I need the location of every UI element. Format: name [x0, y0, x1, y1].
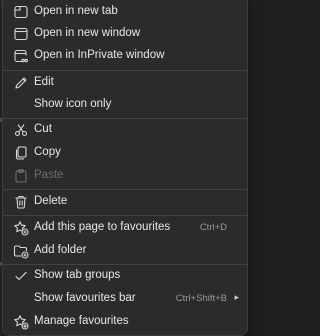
favourites-context-menu: Open in new tab Open in new window Open …: [2, 0, 248, 336]
menu-item-label: Open in new tab: [34, 5, 118, 17]
menu-item-paste[interactable]: Paste: [3, 165, 247, 187]
menu-item-label: Show tab groups: [34, 269, 121, 281]
menu-item-label: Show icon only: [34, 98, 112, 110]
menu-item-copy[interactable]: Copy: [3, 142, 247, 164]
menu-item-add-folder[interactable]: Add folder: [3, 240, 247, 262]
folder-add-icon: [13, 243, 29, 259]
menu-item-label: Open in InPrivate window: [34, 49, 165, 61]
trash-icon: [13, 194, 29, 210]
menu-item-show-favourites-bar[interactable]: Show favourites bar Ctrl+Shift+B ▸: [3, 288, 247, 310]
menu-separator: [3, 70, 247, 71]
menu-item-show-tab-groups[interactable]: Show tab groups: [3, 265, 247, 287]
menu-item-label: Add folder: [34, 244, 87, 256]
menu-item-cut[interactable]: Cut: [3, 119, 247, 141]
menu-item-open-in-new-window[interactable]: Open in new window: [3, 23, 247, 45]
menu-item-label: Delete: [34, 195, 68, 207]
menu-item-shortcut: Ctrl+Shift+B: [175, 293, 227, 304]
menu-item-show-icon-only[interactable]: Show icon only: [3, 94, 247, 116]
menu-item-edit[interactable]: Edit: [3, 72, 247, 94]
menu-item-label: Copy: [34, 146, 61, 158]
menu-separator: [3, 215, 247, 216]
menu-item-label: Add this page to favourites: [34, 221, 171, 233]
menu-item-label: Manage favourites: [34, 315, 129, 327]
paste-icon: [13, 168, 29, 184]
menu-item-manage-favourites[interactable]: Manage favourites: [3, 311, 247, 333]
checkmark-icon: [13, 268, 29, 284]
copy-icon: [13, 145, 29, 161]
menu-item-shortcut: Ctrl+D: [199, 222, 227, 233]
menu-item-open-in-inprivate-window[interactable]: Open in InPrivate window: [3, 45, 247, 67]
scissors-icon: [13, 122, 29, 138]
menu-item-label: Paste: [34, 169, 64, 181]
menu-item-delete[interactable]: Delete: [3, 191, 247, 213]
menu-item-label: Show favourites bar: [34, 292, 136, 304]
menu-item-label: Open in new window: [34, 27, 141, 39]
menu-item-label: Cut: [34, 123, 52, 135]
menu-separator: [3, 189, 247, 190]
star-add-icon: [13, 220, 29, 236]
pencil-icon: [13, 75, 29, 91]
menu-item-open-in-new-tab[interactable]: Open in new tab: [3, 1, 247, 23]
star-settings-icon: [13, 314, 29, 330]
menu-item-add-page-to-favourites[interactable]: Add this page to favourites Ctrl+D: [3, 217, 247, 239]
new-window-icon: [13, 26, 29, 42]
menu-item-label: Edit: [34, 76, 54, 88]
chevron-right-icon: ▸: [234, 292, 239, 302]
new-tab-icon: [13, 4, 29, 20]
inprivate-window-icon: [13, 48, 29, 64]
